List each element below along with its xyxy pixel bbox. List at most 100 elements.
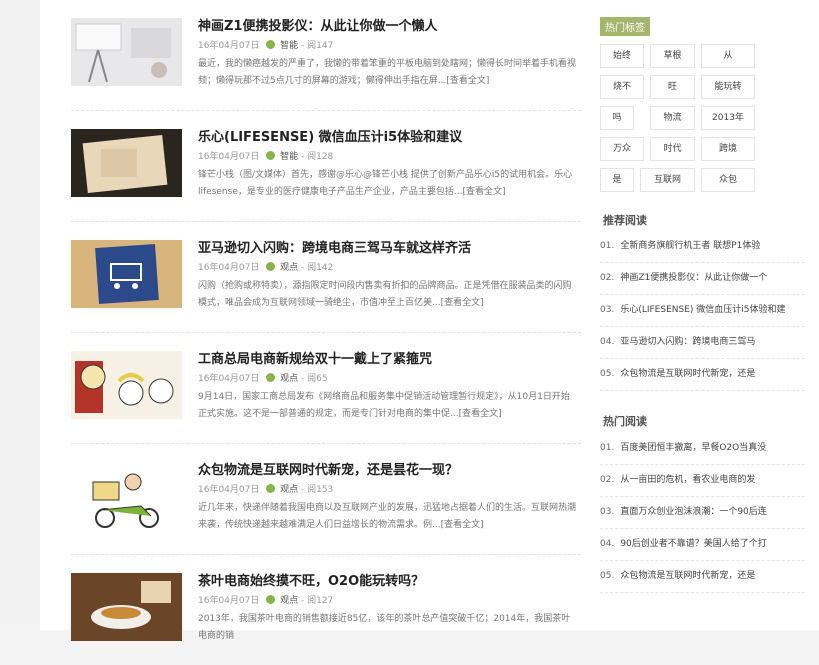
- article-views: 阅153: [307, 485, 334, 495]
- article-category[interactable]: 观点: [280, 263, 298, 273]
- category-icon: [266, 151, 276, 160]
- article-excerpt: 近几年来，快递伴随着我国电商以及互联网产业的发展，迅猛地占据着人们的生活。互联网…: [198, 503, 577, 530]
- article-category[interactable]: 观点: [280, 485, 298, 495]
- article-excerpt: 闪购（抢购或称特卖），源指限定时间段内售卖有折扣的品牌商品。正是凭借在服装品类的…: [198, 281, 572, 308]
- article-item: 亚马逊切入闪购：跨境电商三驾马车就这样齐活 16年04月07日 观点 - 阅14…: [71, 222, 581, 333]
- hot-list: 01. 百度美团恒丰撤离，早餐O2O当真没 02. 从一亩田的危机，看农业电商的发 …: [600, 433, 805, 593]
- rank-number: 01.: [600, 443, 615, 453]
- rank-link[interactable]: 90后创业者不靠谱？美国人给了个打: [620, 539, 766, 549]
- article-item: 茶叶电商始终摸不旺，O2O能玩转吗？ 16年04月07日 观点 - 阅127 2…: [71, 555, 581, 665]
- recommended-list: 01. 全新商务旗舰行机王者 联想P1体验 02. 神画Z1便携投影仪：从此让你做一…: [600, 231, 805, 391]
- category-icon: [266, 373, 276, 382]
- category-icon: [266, 484, 276, 493]
- rank-number: 04.: [600, 337, 615, 347]
- category-icon: [266, 262, 276, 271]
- rank-number: 05.: [600, 571, 615, 581]
- tag[interactable]: 跨境: [701, 137, 755, 161]
- article-title[interactable]: 神画Z1便携投影仪：从此让你做一个懒人: [198, 15, 437, 34]
- article-views: 阅142: [307, 263, 334, 273]
- article-thumbnail[interactable]: [71, 240, 182, 308]
- article-views: 阅65: [307, 374, 328, 384]
- article-excerpt: 最近，我的懒癌越发的严重了，我懒的带着笨重的平板电脑到处瞎网；懒得长时间举着手机…: [198, 59, 577, 86]
- article-views: 阅147: [307, 41, 334, 51]
- article-excerpt: 锋芒小栈（图/文媒体）首先，感谢@乐心@锋芒小栈 提供了创新产品乐心i5的试用机…: [198, 170, 573, 197]
- rank-link[interactable]: 从一亩田的危机，看农业电商的发: [620, 475, 755, 485]
- rank-link[interactable]: 神画Z1便携投影仪：从此让你做一个: [620, 273, 767, 283]
- article-item: 神画Z1便携投影仪：从此让你做一个懒人 16年04月07日 智能 - 阅147 …: [71, 0, 581, 111]
- recommended-item[interactable]: 05. 众包物流是互联网时代新宠，还是: [600, 359, 805, 391]
- article-date: 16年04月07日: [198, 485, 260, 495]
- recommended-item[interactable]: 04. 亚马逊切入闪购：跨境电商三驾马: [600, 327, 805, 359]
- rank-link[interactable]: 众包物流是互联网时代新宠，还是: [620, 369, 755, 379]
- hot-item[interactable]: 01. 百度美团恒丰撤离，早餐O2O当真没: [600, 433, 805, 465]
- recommended-item[interactable]: 02. 神画Z1便携投影仪：从此让你做一个: [600, 263, 805, 295]
- article-date: 16年04月07日: [198, 263, 260, 273]
- article-item: 工商总局电商新规给双十一戴上了紧箍咒 16年04月07日 观点 - 阅65 9月…: [71, 333, 581, 444]
- rank-link[interactable]: 直面万众创业泡沫浪潮：一个90后连: [620, 507, 766, 517]
- article-category[interactable]: 观点: [280, 374, 298, 384]
- rank-number: 01.: [600, 241, 615, 251]
- tag[interactable]: 互联网: [640, 168, 695, 192]
- rank-link[interactable]: 乐心(LIFESENSE) 微信血压计i5体验和建: [620, 305, 785, 315]
- article-title[interactable]: 茶叶电商始终摸不旺，O2O能玩转吗？: [198, 570, 424, 589]
- category-icon: [266, 40, 276, 49]
- hot-item[interactable]: 04. 90后创业者不靠谱？美国人给了个打: [600, 529, 805, 561]
- rank-link[interactable]: 全新商务旗舰行机王者 联想P1体验: [620, 241, 760, 251]
- tag[interactable]: 始终: [600, 44, 644, 68]
- hot-item[interactable]: 02. 从一亩田的危机，看农业电商的发: [600, 465, 805, 497]
- article-title[interactable]: 工商总局电商新规给双十一戴上了紧箍咒: [198, 348, 432, 367]
- tag[interactable]: 是: [600, 168, 634, 192]
- tag[interactable]: 2013年: [701, 106, 755, 130]
- article-date: 16年04月07日: [198, 596, 260, 606]
- article-meta: 16年04月07日 观点 - 阅142: [198, 260, 333, 273]
- recommended-item[interactable]: 03. 乐心(LIFESENSE) 微信血压计i5体验和建: [600, 295, 805, 327]
- article-views: 阅127: [307, 596, 334, 606]
- tag[interactable]: 从: [701, 44, 755, 68]
- recommended-item[interactable]: 01. 全新商务旗舰行机王者 联想P1体验: [600, 231, 805, 263]
- tag[interactable]: 众包: [701, 168, 755, 192]
- article-thumbnail[interactable]: [71, 351, 182, 419]
- article-date: 16年04月07日: [198, 374, 260, 384]
- article-date: 16年04月07日: [198, 41, 260, 51]
- rank-number: 04.: [600, 539, 615, 549]
- rank-link[interactable]: 众包物流是互联网时代新宠，还是: [620, 571, 755, 581]
- rank-number: 02.: [600, 475, 615, 485]
- article-views: 阅128: [307, 152, 334, 162]
- tag[interactable]: 烧不: [600, 75, 644, 99]
- article-title[interactable]: 众包物流是互联网时代新宠，还是昙花一现？: [198, 459, 458, 478]
- rank-number: 05.: [600, 369, 615, 379]
- recommended-heading: 推荐阅读: [603, 214, 647, 227]
- article-thumbnail[interactable]: [71, 18, 182, 86]
- article-meta: 16年04月07日 智能 - 阅147: [198, 38, 333, 51]
- page: 神画Z1便携投影仪：从此让你做一个懒人 16年04月07日 智能 - 阅147 …: [40, 0, 819, 641]
- article-thumbnail[interactable]: [71, 129, 182, 197]
- article-meta: 16年04月07日 观点 - 阅153: [198, 482, 333, 495]
- article-category[interactable]: 智能: [280, 152, 298, 162]
- tag[interactable]: 吗: [600, 106, 634, 130]
- tag[interactable]: 旺: [650, 75, 695, 99]
- rank-link[interactable]: 亚马逊切入闪购：跨境电商三驾马: [620, 337, 755, 347]
- article-thumbnail[interactable]: [71, 462, 182, 530]
- article-list: 神画Z1便携投影仪：从此让你做一个懒人 16年04月07日 智能 - 阅147 …: [71, 0, 581, 665]
- article-item: 乐心(LIFESENSE) 微信血压计i5体验和建议 16年04月07日 智能 …: [71, 111, 581, 222]
- rank-number: 03.: [600, 507, 615, 517]
- tag[interactable]: 物流: [650, 106, 695, 130]
- article-title[interactable]: 亚马逊切入闪购：跨境电商三驾马车就这样齐活: [198, 237, 471, 256]
- hot-item[interactable]: 03. 直面万众创业泡沫浪潮：一个90后连: [600, 497, 805, 529]
- rank-number: 03.: [600, 305, 615, 315]
- article-thumbnail[interactable]: [71, 573, 182, 641]
- article-category[interactable]: 观点: [280, 596, 298, 606]
- tag[interactable]: 时代: [650, 137, 695, 161]
- rank-link[interactable]: 百度美团恒丰撤离，早餐O2O当真没: [620, 443, 766, 453]
- article-title[interactable]: 乐心(LIFESENSE) 微信血压计i5体验和建议: [198, 126, 462, 145]
- hot-item[interactable]: 05. 众包物流是互联网时代新宠，还是: [600, 561, 805, 593]
- article-excerpt: 9月14日，国家工商总局发布《网络商品和服务集中促销活动管理暂行规定》，从10月…: [198, 392, 570, 419]
- tag[interactable]: 草根: [650, 44, 695, 68]
- tag[interactable]: 能玩转: [701, 75, 755, 99]
- article-item: 众包物流是互联网时代新宠，还是昙花一现？ 16年04月07日 观点 - 阅153…: [71, 444, 581, 555]
- article-meta: 16年04月07日 观点 - 阅65: [198, 371, 328, 384]
- page-gutter: [0, 0, 40, 630]
- tag[interactable]: 万众: [600, 137, 644, 161]
- article-category[interactable]: 智能: [280, 41, 298, 51]
- rank-number: 02.: [600, 273, 615, 283]
